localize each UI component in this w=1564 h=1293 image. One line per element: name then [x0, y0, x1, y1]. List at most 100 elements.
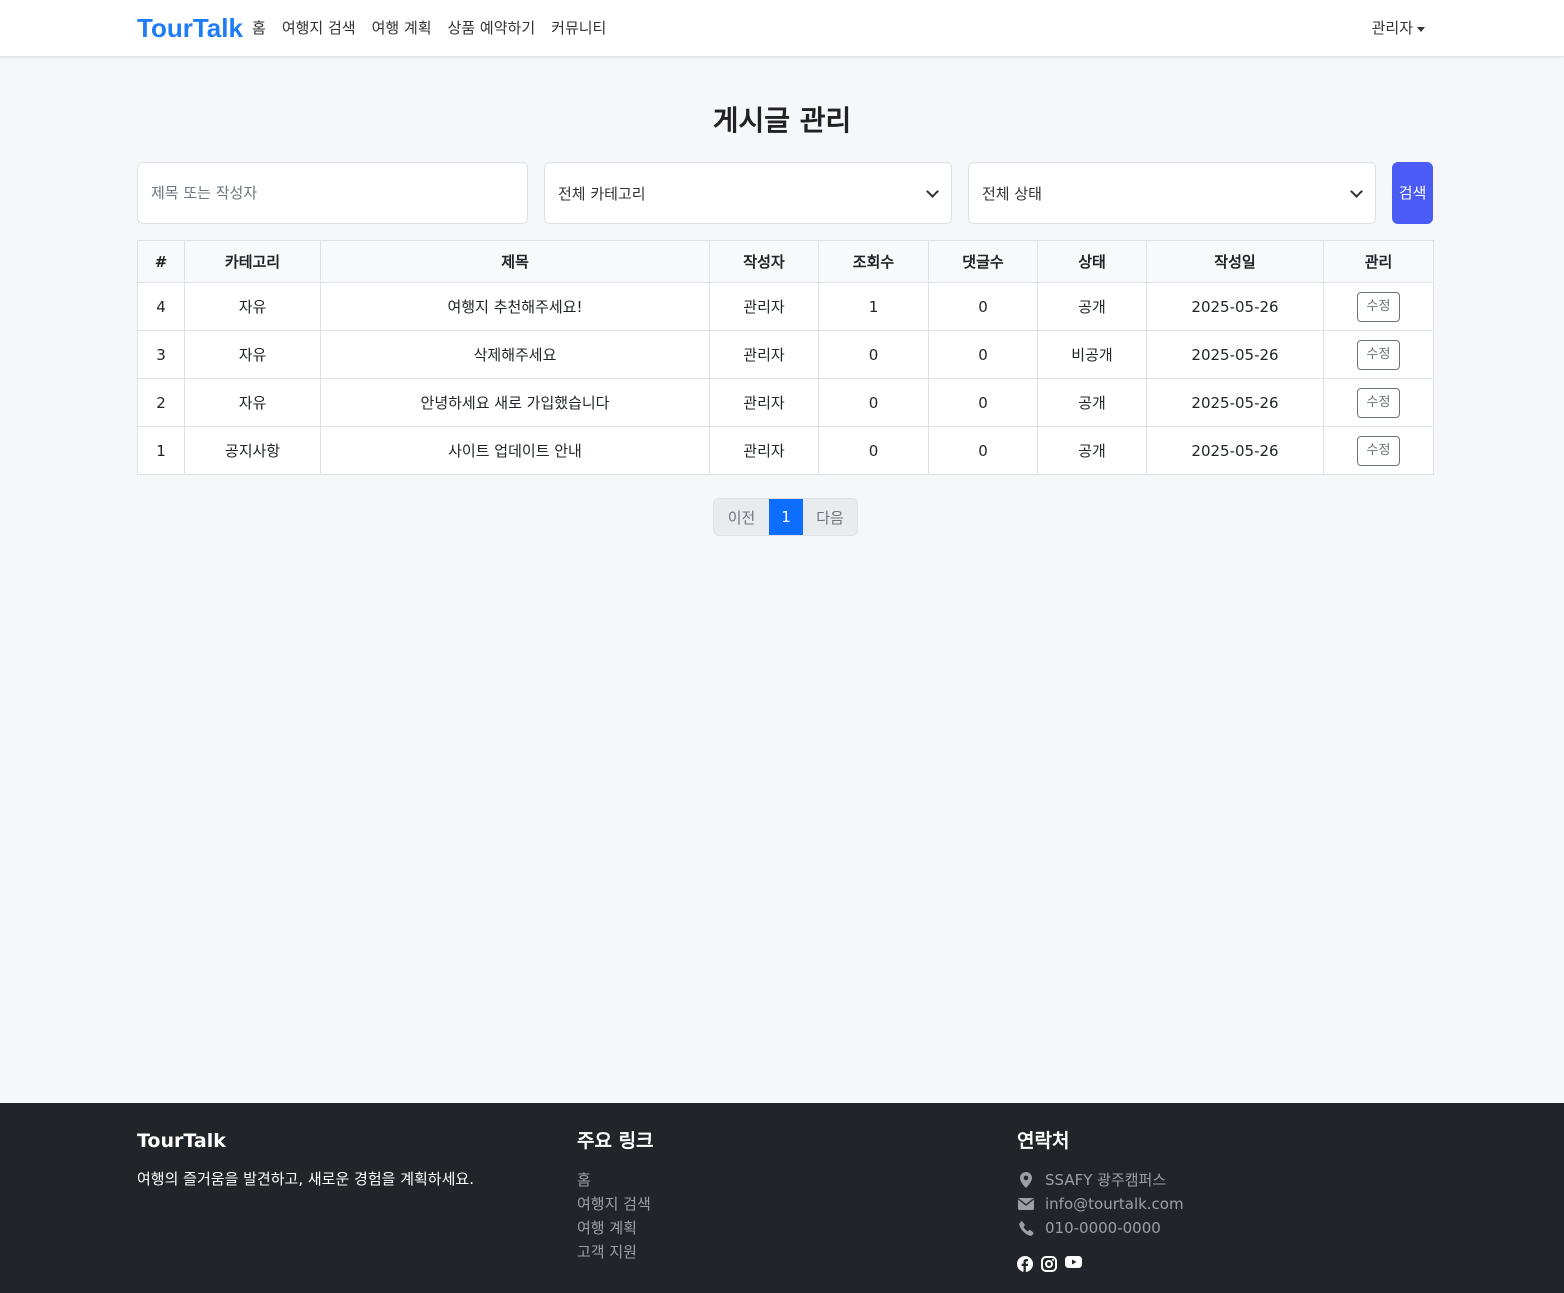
contact-phone-text: 010-0000-0000: [1045, 1219, 1161, 1237]
header-category: 카테고리: [184, 240, 321, 283]
nav-link-community[interactable]: 커뮤니티: [551, 17, 606, 39]
cell-category: 공지사항: [184, 426, 321, 475]
nav-link-home[interactable]: 홈: [252, 17, 266, 39]
contact-address-text: SSAFY 광주캠퍼스: [1045, 1171, 1167, 1189]
header-author: 작성자: [709, 240, 819, 283]
brand-logo[interactable]: TourTalk: [137, 12, 243, 44]
footer-contact: 연락처 SSAFY 광주캠퍼스 info@tourtalk.com 010-00…: [1017, 1128, 1184, 1272]
footer-links-title: 주요 링크: [577, 1130, 654, 1152]
cell-status: 공개: [1037, 426, 1147, 475]
cell-comments: 0: [928, 330, 1038, 379]
header-comments: 댓글수: [928, 240, 1038, 283]
header-status: 상태: [1037, 240, 1147, 283]
cell-views: 0: [818, 426, 929, 475]
header-title: 제목: [320, 240, 710, 283]
map-pin-icon: [1017, 1172, 1035, 1188]
cell-number: 3: [137, 330, 185, 379]
caret-down-icon: [1417, 26, 1425, 32]
edit-button[interactable]: 수정: [1356, 291, 1401, 322]
edit-button[interactable]: 수정: [1356, 435, 1401, 466]
cell-number: 2: [137, 378, 185, 427]
nav-link-booking[interactable]: 상품 예약하기: [448, 17, 536, 39]
nav-link-trip-plan[interactable]: 여행 계획: [372, 17, 432, 39]
table-row: 2 자유 안녕하세요 새로 가입했습니다 관리자 0 0 공개 2025-05-…: [137, 378, 1434, 427]
cell-manage: 수정: [1323, 282, 1434, 331]
cell-comments: 0: [928, 378, 1038, 427]
cell-status: 비공개: [1037, 330, 1147, 379]
footer-contact-title: 연락처: [1017, 1130, 1070, 1152]
cell-views: 1: [818, 282, 929, 331]
pagination-next[interactable]: 다음: [803, 499, 857, 535]
cell-title[interactable]: 여행지 추천해주세요!: [320, 282, 710, 331]
pagination-prev[interactable]: 이전: [714, 499, 769, 535]
nav-link-destination-search[interactable]: 여행지 검색: [282, 17, 356, 39]
edit-button[interactable]: 수정: [1356, 339, 1401, 370]
cell-status: 공개: [1037, 378, 1147, 427]
footer-link-support[interactable]: 고객 지원: [577, 1240, 654, 1264]
category-select[interactable]: 전체 카테고리: [544, 162, 952, 224]
cell-author: 관리자: [709, 426, 819, 475]
cell-manage: 수정: [1323, 426, 1434, 475]
cell-author: 관리자: [709, 378, 819, 427]
instagram-icon[interactable]: [1041, 1256, 1057, 1272]
contact-address: SSAFY 광주캠퍼스: [1017, 1168, 1184, 1192]
status-select-value: 전체 상태: [982, 184, 1042, 203]
table-row: 1 공지사항 사이트 업데이트 안내 관리자 0 0 공개 2025-05-26…: [137, 426, 1434, 475]
edit-button[interactable]: 수정: [1356, 387, 1401, 418]
footer-link-destination-search[interactable]: 여행지 검색: [577, 1192, 654, 1216]
cell-views: 0: [818, 330, 929, 379]
cell-category: 자유: [184, 330, 321, 379]
table-row: 4 자유 여행지 추천해주세요! 관리자 1 0 공개 2025-05-26 수…: [137, 282, 1434, 331]
category-select-value: 전체 카테고리: [558, 184, 646, 203]
cell-date: 2025-05-26: [1146, 282, 1324, 331]
footer-brand: TourTalk: [137, 1130, 226, 1152]
contact-email: info@tourtalk.com: [1017, 1192, 1184, 1216]
cell-category: 자유: [184, 282, 321, 331]
cell-author: 관리자: [709, 330, 819, 379]
header-views: 조회수: [818, 240, 929, 283]
footer-link-home[interactable]: 홈: [577, 1168, 654, 1192]
status-select[interactable]: 전체 상태: [968, 162, 1376, 224]
cell-title[interactable]: 삭제해주세요: [320, 330, 710, 379]
footer-about: TourTalk 여행의 즐거움을 발견하고, 새로운 경험을 계획하세요.: [137, 1128, 474, 1190]
cell-date: 2025-05-26: [1146, 330, 1324, 379]
user-menu-label: 관리자: [1371, 19, 1413, 37]
cell-date: 2025-05-26: [1146, 426, 1324, 475]
top-navbar: TourTalk 홈 여행지 검색 여행 계획 상품 예약하기 커뮤니티 관리자: [0, 0, 1564, 57]
cell-views: 0: [818, 378, 929, 427]
search-input[interactable]: [137, 162, 528, 224]
header-date: 작성일: [1146, 240, 1324, 283]
facebook-icon[interactable]: [1017, 1256, 1033, 1272]
cell-date: 2025-05-26: [1146, 378, 1324, 427]
header-number: #: [137, 240, 185, 283]
footer-tagline: 여행의 즐거움을 발견하고, 새로운 경험을 계획하세요.: [137, 1170, 474, 1188]
contact-email-text[interactable]: info@tourtalk.com: [1045, 1192, 1184, 1216]
contact-phone: 010-0000-0000: [1017, 1216, 1184, 1240]
chevron-down-icon: [1350, 185, 1363, 198]
cell-comments: 0: [928, 426, 1038, 475]
cell-status: 공개: [1037, 282, 1147, 331]
envelope-icon: [1017, 1198, 1035, 1210]
posts-table: # 카테고리 제목 작성자 조회수 댓글수 상태 작성일 관리 4 자유 여행지…: [137, 240, 1434, 475]
pagination: 이전 1 다음: [713, 498, 858, 536]
cell-author: 관리자: [709, 282, 819, 331]
header-manage: 관리: [1323, 240, 1434, 283]
cell-comments: 0: [928, 282, 1038, 331]
pagination-page-current[interactable]: 1: [769, 499, 803, 535]
cell-category: 자유: [184, 378, 321, 427]
cell-number: 4: [137, 282, 185, 331]
youtube-icon[interactable]: [1065, 1256, 1082, 1272]
cell-number: 1: [137, 426, 185, 475]
table-row: 3 자유 삭제해주세요 관리자 0 0 비공개 2025-05-26 수정: [137, 330, 1434, 379]
chevron-down-icon: [926, 185, 939, 198]
cell-title[interactable]: 안녕하세요 새로 가입했습니다: [320, 378, 710, 427]
footer-link-trip-plan[interactable]: 여행 계획: [577, 1216, 654, 1240]
user-menu-dropdown[interactable]: 관리자: [1372, 17, 1425, 39]
search-button[interactable]: 검색: [1392, 162, 1433, 224]
phone-icon: [1017, 1220, 1035, 1236]
cell-manage: 수정: [1323, 378, 1434, 427]
table-header-row: # 카테고리 제목 작성자 조회수 댓글수 상태 작성일 관리: [137, 240, 1434, 283]
cell-title[interactable]: 사이트 업데이트 안내: [320, 426, 710, 475]
footer-links: 주요 링크 홈 여행지 검색 여행 계획 고객 지원: [577, 1128, 654, 1264]
cell-manage: 수정: [1323, 330, 1434, 379]
